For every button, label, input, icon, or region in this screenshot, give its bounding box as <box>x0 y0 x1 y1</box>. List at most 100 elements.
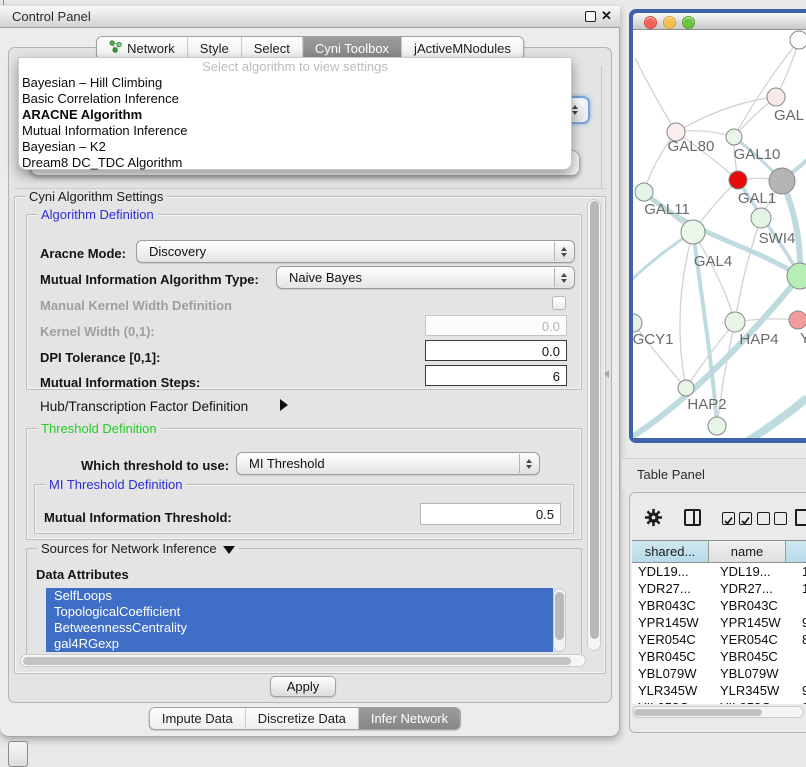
table-row[interactable]: YBR043CYBR043C <box>632 597 806 614</box>
table-row[interactable]: YBR045CYBR045C <box>632 648 806 665</box>
network-window-titlebar[interactable] <box>633 13 806 30</box>
table-column-header[interactable]: name <box>709 541 786 562</box>
select-all-columns-icon[interactable] <box>722 512 752 525</box>
tab-impute-data[interactable]: Impute Data <box>150 708 245 729</box>
manual-kernel-width-checkbox[interactable] <box>552 296 566 310</box>
network-node[interactable] <box>790 31 806 49</box>
data-attribute-item[interactable]: BetweennessCentrality <box>46 620 553 636</box>
collapsed-arrow-icon[interactable] <box>280 399 288 411</box>
network-node[interactable] <box>726 129 742 145</box>
table-cell: YBR045C <box>632 648 714 665</box>
network-node[interactable] <box>751 208 771 228</box>
algorithm-definition-title: Algorithm Definition <box>37 207 158 222</box>
algorithm-option[interactable]: Dream8 DC_TDC Algorithm <box>19 155 571 171</box>
network-node[interactable] <box>635 183 653 201</box>
network-edge[interactable] <box>635 58 676 132</box>
mi-steps-field[interactable]: 6 <box>425 365 567 386</box>
table-column-header[interactable] <box>786 541 806 562</box>
table-row[interactable]: YLR345WYLR345W9. <box>632 682 806 699</box>
split-view-icon[interactable] <box>684 509 701 526</box>
aracne-mode-select[interactable]: Discovery <box>136 240 575 263</box>
tab-style[interactable]: Style <box>187 37 241 59</box>
network-node[interactable] <box>767 88 785 106</box>
document-icon[interactable] <box>795 509 806 526</box>
network-node[interactable] <box>708 417 726 435</box>
table-cell <box>796 597 806 614</box>
network-edge[interactable] <box>735 218 761 322</box>
control-panel-titlebar[interactable] <box>0 6 620 28</box>
algorithm-dropdown[interactable]: Select algorithm to view settings Bayesi… <box>18 57 572 170</box>
network-node-label: HAP4 <box>739 331 778 348</box>
settings-horizontal-scrollbar-thumb[interactable] <box>23 657 571 665</box>
apply-button[interactable]: Apply <box>270 676 336 697</box>
stepper-icon[interactable] <box>554 242 573 261</box>
settings-gear-icon[interactable] <box>644 508 663 532</box>
table-cell: YBL079W <box>632 665 714 682</box>
data-attribute-item[interactable]: SelfLoops <box>46 588 553 604</box>
mac-minimize-light[interactable] <box>663 16 676 29</box>
table-cell: YBR045C <box>714 648 796 665</box>
algorithm-option[interactable]: ARACNE Algorithm <box>19 107 571 123</box>
mac-zoom-light[interactable] <box>682 16 695 29</box>
table-horizontal-scrollbar-thumb[interactable] <box>634 709 762 716</box>
table-cell: YLR345W <box>714 682 796 699</box>
network-canvas[interactable]: GALGAL80GAL10GAL1GAL11GAL4SWI4GCY1HAP4YH… <box>633 30 806 438</box>
table-row[interactable]: YIL053CYIL053C9. <box>632 699 806 704</box>
settings-vertical-scrollbar-thumb[interactable] <box>590 201 599 639</box>
network-node[interactable] <box>633 314 642 332</box>
close-icon[interactable]: ✕ <box>601 8 612 24</box>
table-row[interactable]: YBL079WYBL079W <box>632 665 806 682</box>
network-node[interactable] <box>678 380 694 396</box>
table-rows: YDL19...YDL19...13YDR27...YDR27...12YBR0… <box>632 563 806 704</box>
mac-close-light[interactable] <box>644 16 657 29</box>
network-icon <box>109 40 122 56</box>
mi-threshold-definition-title: MI Threshold Definition <box>45 477 186 492</box>
algorithm-option[interactable]: Mutual Information Inference <box>19 123 571 139</box>
splitpane-collapse-handle[interactable] <box>604 370 609 378</box>
which-threshold-select[interactable]: MI Threshold <box>236 452 540 475</box>
algorithm-option[interactable]: Bayesian – Hill Climbing <box>19 75 571 91</box>
network-edge[interactable] <box>680 232 693 388</box>
table-cell: YLR345W <box>632 682 714 699</box>
hub-definition-section[interactable]: Hub/Transcription Factor Definition <box>40 399 248 414</box>
tab-infer-network[interactable]: Infer Network <box>358 708 460 729</box>
data-attributes-list[interactable]: SelfLoopsTopologicalCoefficientBetweenne… <box>46 588 553 652</box>
dpi-tolerance-field[interactable]: 0.0 <box>425 340 567 361</box>
network-node[interactable] <box>681 220 705 244</box>
tab-jactivemnodules[interactable]: jActiveMNodules <box>401 37 523 59</box>
data-attribute-item[interactable]: gal4RGexp <box>46 636 553 652</box>
tab-select[interactable]: Select <box>241 37 302 59</box>
manual-kernel-width-label: Manual Kernel Width Definition <box>40 298 232 313</box>
attributes-scrollbar-thumb[interactable] <box>555 592 564 640</box>
stepper-icon[interactable] <box>554 268 573 287</box>
expanded-arrow-icon[interactable] <box>223 546 235 554</box>
tab-discretize-data[interactable]: Discretize Data <box>245 708 358 729</box>
kernel-width-label: Kernel Width (0,1): <box>40 324 155 339</box>
mi-threshold-label: Mutual Information Threshold: <box>44 510 232 525</box>
network-node[interactable] <box>789 311 806 329</box>
data-attribute-item[interactable]: TopologicalCoefficient <box>46 604 553 620</box>
mi-threshold-field[interactable]: 0.5 <box>420 503 561 525</box>
stepper-icon[interactable] <box>519 454 538 473</box>
float-window-icon[interactable] <box>585 11 596 22</box>
dock-grip-button[interactable] <box>8 741 28 767</box>
network-node[interactable] <box>725 312 745 332</box>
mi-algorithm-type-select[interactable]: Naive Bayes <box>276 266 575 289</box>
algorithm-option[interactable]: Basic Correlation Inference <box>19 91 571 107</box>
network-edge[interactable] <box>676 97 776 132</box>
table-row[interactable]: YER054CYER054C8. <box>632 631 806 648</box>
table-header-row: shared...name <box>632 540 806 563</box>
tab-cyni-toolbox[interactable]: Cyni Toolbox <box>302 37 401 59</box>
table-row[interactable]: YDR27...YDR27...12 <box>632 580 806 597</box>
hidden-groupbox-edge <box>601 66 602 188</box>
deselect-columns-icon[interactable] <box>757 512 787 525</box>
table-row[interactable]: YDL19...YDL19...13 <box>632 563 806 580</box>
tab-network[interactable]: Network <box>97 37 187 59</box>
network-node[interactable] <box>729 171 747 189</box>
kernel-width-field[interactable]: 0.0 <box>425 315 567 336</box>
table-row[interactable]: YPR145WYPR145W9. <box>632 614 806 631</box>
sources-group-title[interactable]: Sources for Network Inference <box>37 541 239 556</box>
algorithm-option[interactable]: Bayesian – K2 <box>19 139 571 155</box>
table-column-header[interactable]: shared... <box>632 541 709 562</box>
window-edge-tick <box>3 0 4 5</box>
